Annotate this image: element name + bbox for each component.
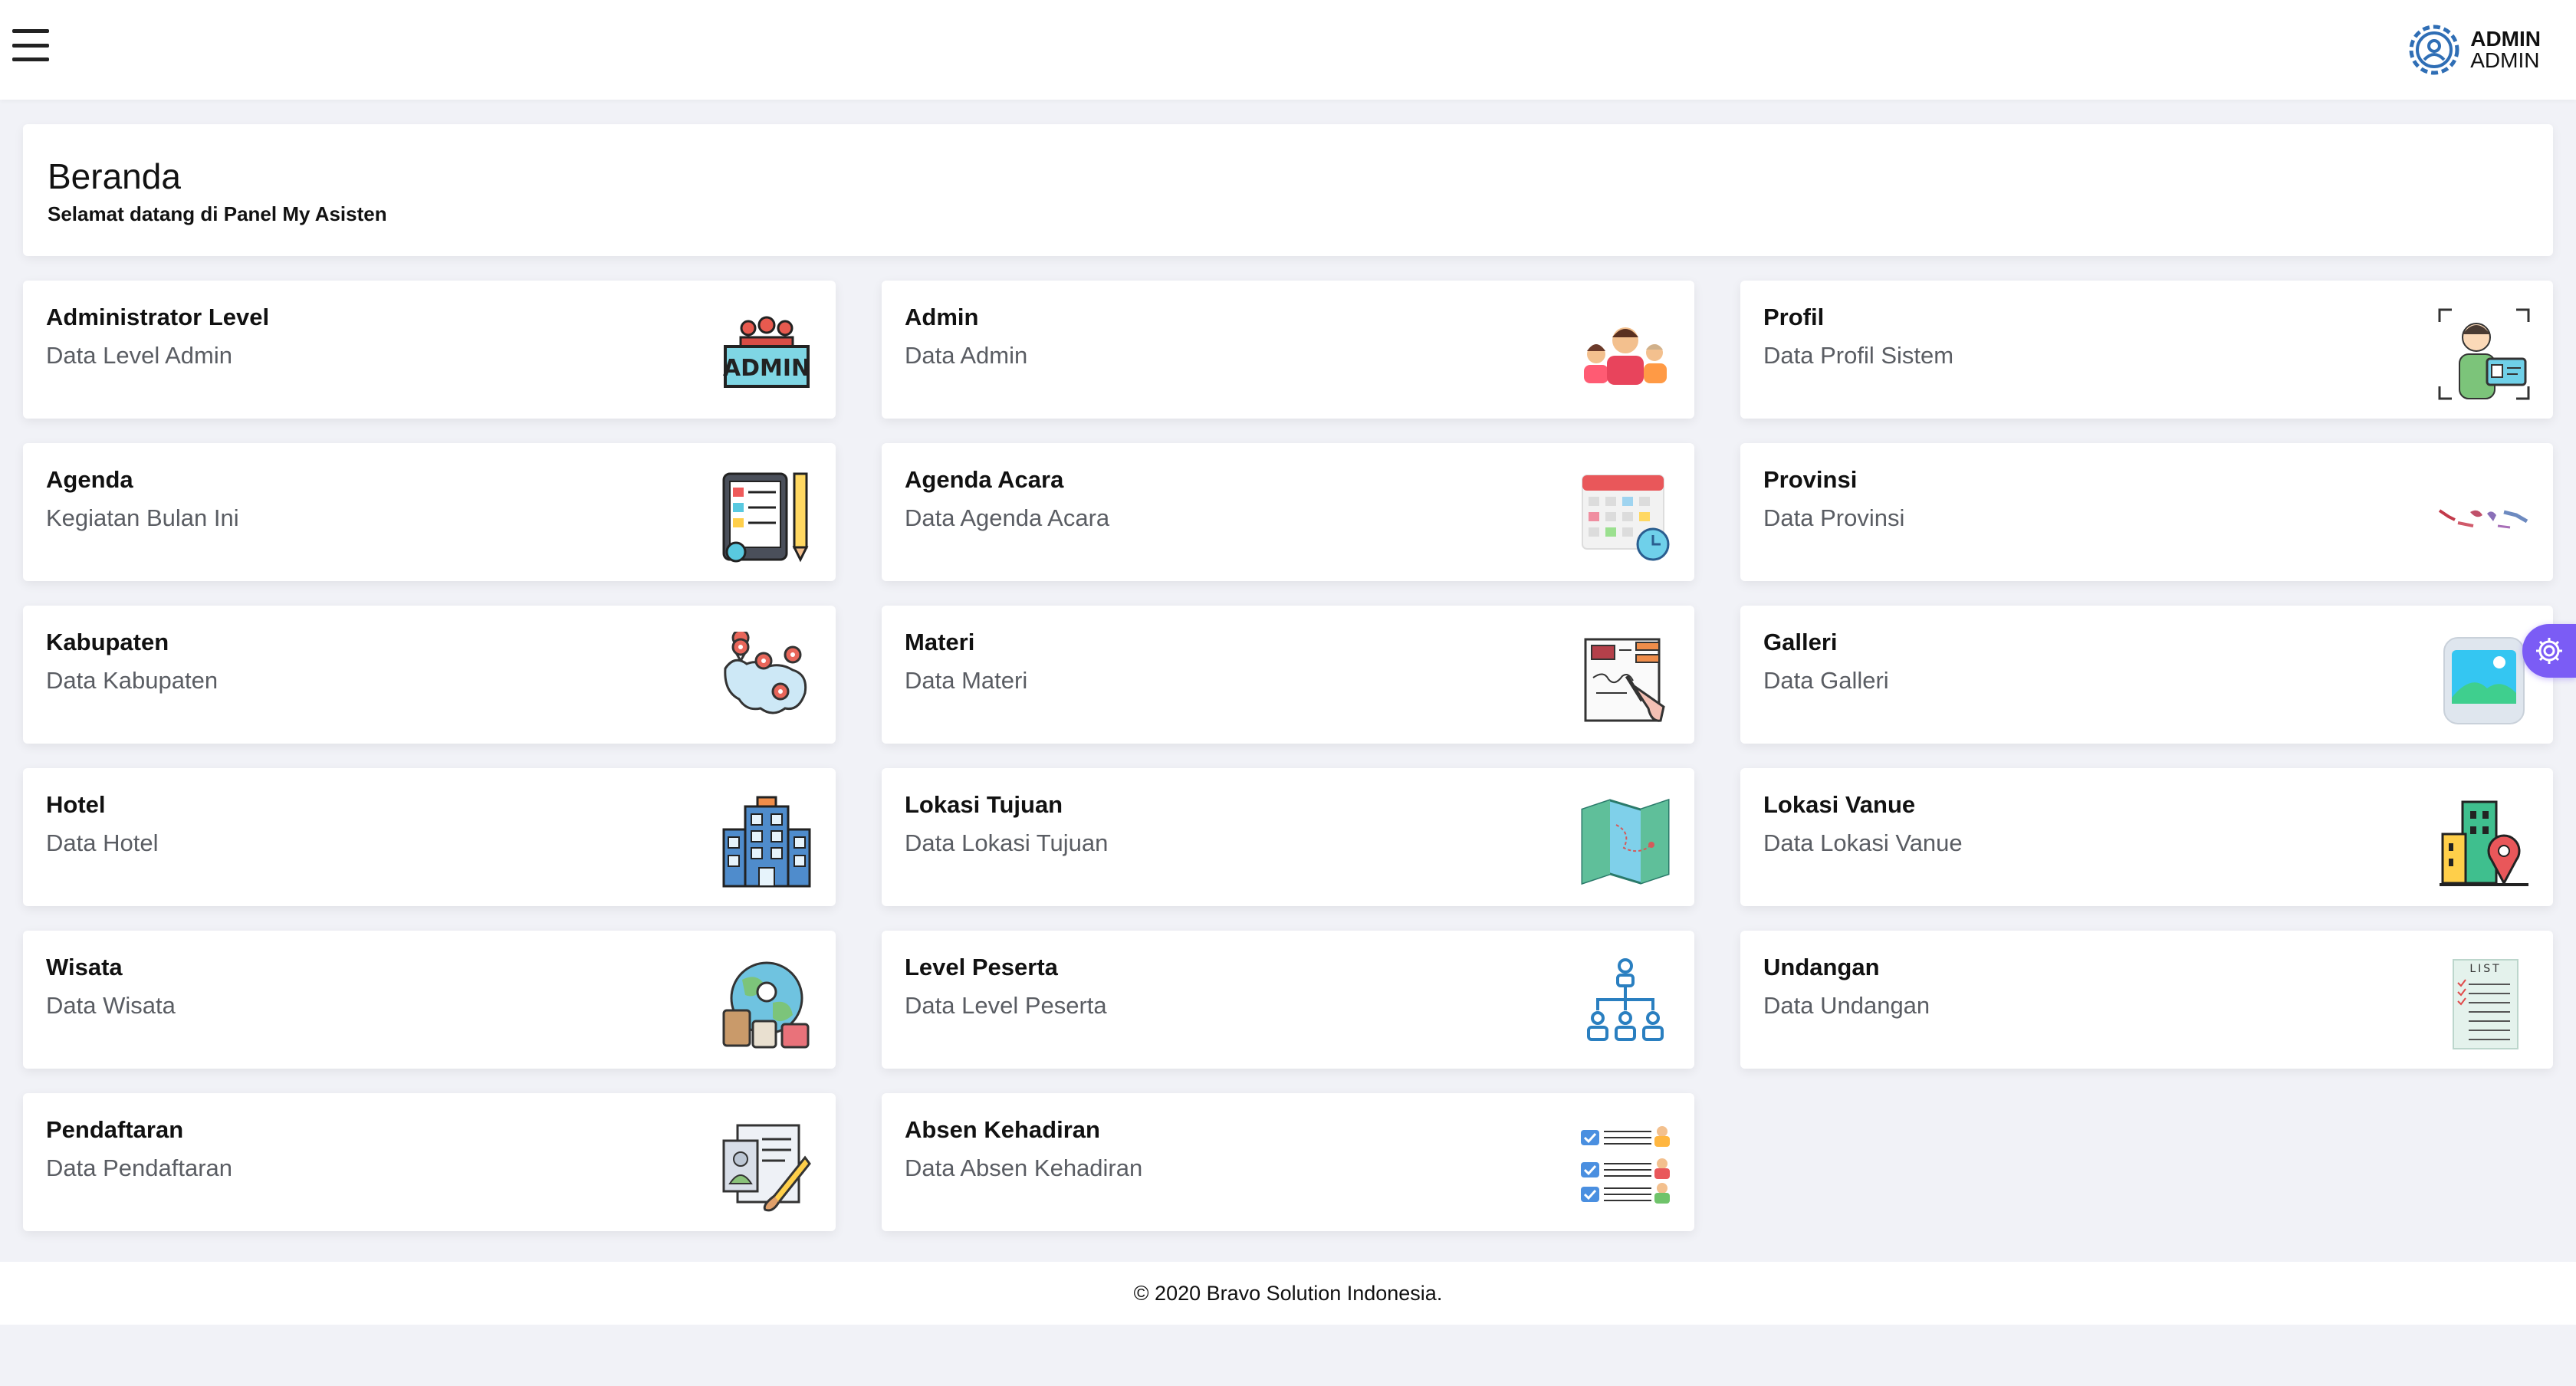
card-desc: Data Level Peserta <box>905 992 1107 1019</box>
card-kabupaten[interactable]: Kabupaten Data Kabupaten <box>23 606 836 744</box>
card-title: Materi <box>905 629 975 655</box>
admin-people-icon <box>1584 327 1667 385</box>
card-desc: Data Undangan <box>1763 992 1930 1019</box>
map-pins-icon <box>724 632 807 714</box>
user-name: ADMIN <box>2470 27 2541 51</box>
hamburger-menu-icon[interactable] <box>12 29 49 61</box>
card-title: Lokasi Tujuan <box>905 791 1063 818</box>
card-title: Agenda Acara <box>905 466 1064 493</box>
indonesia-map-icon <box>2438 509 2528 529</box>
profile-id-icon <box>2438 308 2530 400</box>
user-menu[interactable]: ADMIN ADMIN <box>2406 21 2541 78</box>
card-desc: Data Hotel <box>46 829 159 856</box>
top-navbar: ADMIN ADMIN <box>0 0 2576 100</box>
admin-group-icon: ADMIN <box>723 316 810 388</box>
agenda-tablet-icon <box>722 472 809 563</box>
card-title: Admin <box>905 304 979 330</box>
card-title: Agenda <box>46 466 133 493</box>
card-desc: Data Lokasi Tujuan <box>905 829 1109 856</box>
card-title: Profil <box>1763 304 1825 330</box>
card-galleri[interactable]: Galleri Data Galleri <box>1740 606 2553 744</box>
card-provinsi[interactable]: Provinsi Data Provinsi <box>1740 443 2553 581</box>
card-desc: Data Provinsi <box>1763 504 1905 531</box>
card-desc: Data Wisata <box>46 992 176 1019</box>
card-desc: Data Galleri <box>1763 667 1889 694</box>
card-desc: Kegiatan Bulan Ini <box>46 504 239 531</box>
page-subtitle: Selamat datang di Panel My Asisten <box>48 202 387 225</box>
card-agenda-acara[interactable]: Agenda Acara Data Agenda Acara <box>882 443 1694 581</box>
card-title: Lokasi Vanue <box>1763 791 1916 818</box>
svg-text:LIST: LIST <box>2469 963 2501 975</box>
page-title: Beranda <box>48 156 181 196</box>
card-admin[interactable]: Admin Data Admin <box>882 281 1694 419</box>
footer-text: © 2020 Bravo Solution Indonesia. <box>1133 1281 1443 1305</box>
card-lokasi-vanue[interactable]: Lokasi Vanue Data Lokasi Vanue <box>1740 768 2553 906</box>
card-pendaftaran[interactable]: Pendaftaran Data Pendaftaran <box>23 1093 836 1231</box>
card-administrator-level[interactable]: Administrator Level Data Level Admin ADM… <box>23 281 836 419</box>
card-profil[interactable]: Profil Data Profil Sistem <box>1740 281 2553 419</box>
card-desc: Data Absen Kehadiran <box>905 1154 1143 1181</box>
card-title: Undangan <box>1763 954 1880 980</box>
card-desc: Data Kabupaten <box>46 667 219 694</box>
attendance-list-icon <box>1581 1126 1670 1204</box>
travel-globe-icon <box>722 961 810 1049</box>
svg-text:ADMIN: ADMIN <box>723 355 810 382</box>
card-wisata[interactable]: Wisata Data Wisata <box>23 931 836 1069</box>
card-desc: Data Profil Sistem <box>1763 342 1954 369</box>
card-title: Wisata <box>46 954 123 980</box>
card-lokasi-tujuan[interactable]: Lokasi Tujuan Data Lokasi Tujuan <box>882 768 1694 906</box>
card-title: Level Peserta <box>905 954 1058 980</box>
card-desc: Data Level Admin <box>46 342 232 369</box>
card-level-peserta[interactable]: Level Peserta Data Level Peserta <box>882 931 1694 1069</box>
card-agenda[interactable]: Agenda Kegiatan Bulan Ini <box>23 443 836 581</box>
card-title: Pendaftaran <box>46 1116 184 1143</box>
settings-tab[interactable] <box>2522 624 2576 678</box>
calendar-clock-icon <box>1582 475 1670 561</box>
card-undangan[interactable]: Undangan Data Undangan LIST <box>1740 931 2553 1069</box>
folded-map-icon <box>1581 798 1670 885</box>
hierarchy-icon <box>1587 958 1664 1041</box>
card-title: Kabupaten <box>46 629 169 655</box>
card-desc: Data Lokasi Vanue <box>1763 829 1963 856</box>
main-content: Beranda Selamat datang di Panel My Asist… <box>23 124 2553 1231</box>
document-pen-icon <box>1584 638 1665 722</box>
card-desc: Data Pendaftaran <box>46 1154 233 1181</box>
footer: © 2020 Bravo Solution Indonesia. <box>0 1262 2576 1325</box>
card-desc: Data Admin <box>905 342 1028 369</box>
gear-icon <box>2536 638 2562 664</box>
menu-grid: Administrator Level Data Level Admin ADM… <box>23 281 2553 1231</box>
image-gallery-icon <box>2443 637 2525 724</box>
registration-form-icon <box>722 1124 811 1212</box>
page-header: Beranda Selamat datang di Panel My Asist… <box>23 124 2553 256</box>
checklist-icon: LIST <box>2453 959 2518 1049</box>
card-title: Galleri <box>1763 629 1838 655</box>
card-materi[interactable]: Materi Data Materi <box>882 606 1694 744</box>
user-gear-icon <box>2409 25 2459 75</box>
card-title: Hotel <box>46 791 106 818</box>
card-title: Absen Kehadiran <box>905 1116 1100 1143</box>
card-desc: Data Agenda Acara <box>905 504 1110 531</box>
card-desc: Data Materi <box>905 667 1028 694</box>
hotel-building-icon <box>722 796 811 888</box>
building-location-icon <box>2440 800 2528 886</box>
card-absen-kehadiran[interactable]: Absen Kehadiran Data Absen Kehadiran <box>882 1093 1694 1231</box>
user-role: ADMIN <box>2470 48 2540 72</box>
card-hotel[interactable]: Hotel Data Hotel <box>23 768 836 906</box>
card-title: Provinsi <box>1763 466 1858 493</box>
card-title: Administrator Level <box>46 304 270 330</box>
